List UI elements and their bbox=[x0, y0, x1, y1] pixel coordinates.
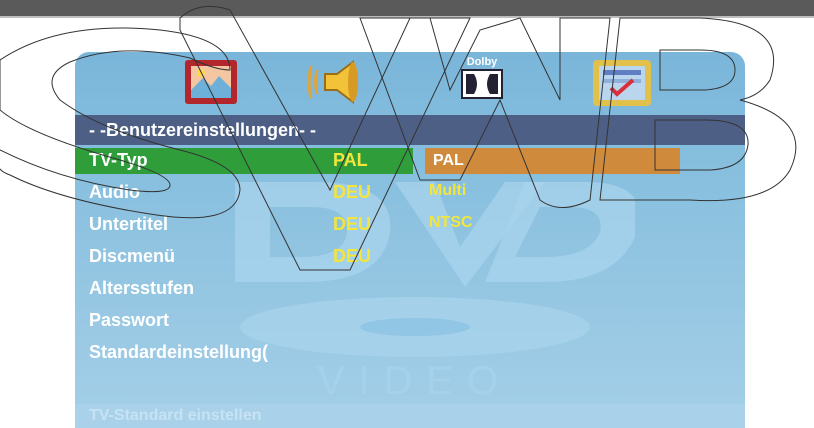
speaker-icon bbox=[307, 60, 358, 104]
checklist-icon bbox=[593, 60, 651, 106]
menu-item-standardeinstellung[interactable]: Standardeinstellung( bbox=[75, 340, 745, 366]
menu-item-passwort[interactable]: Passwort bbox=[75, 308, 745, 334]
dolby-icon: Dolby bbox=[461, 56, 503, 99]
menu-item-label: Discmenü bbox=[89, 246, 176, 266]
status-text: TV-Standard einstellen bbox=[89, 407, 262, 424]
menu-item-altersstufen[interactable]: Altersstufen bbox=[75, 276, 745, 302]
option-pal[interactable]: PAL bbox=[425, 148, 680, 174]
dolby-tab[interactable]: Dolby bbox=[457, 54, 507, 106]
menu-item-discmenu[interactable]: Discmenü DEU bbox=[75, 244, 745, 270]
menu-title: - -Benutzereinstellungen- - bbox=[89, 120, 317, 140]
menu-item-label: TV-Typ bbox=[89, 150, 148, 170]
menu-item-value: DEU bbox=[333, 246, 372, 266]
menu-item-label: Passwort bbox=[89, 310, 170, 330]
dolby-label: Dolby bbox=[467, 56, 498, 68]
picture-tab[interactable] bbox=[181, 56, 241, 108]
menu-item-audio[interactable]: Audio DEU bbox=[75, 180, 745, 206]
menu-item-value: PAL bbox=[333, 150, 368, 170]
banner-rule bbox=[0, 16, 814, 18]
preferences-tab[interactable] bbox=[587, 52, 657, 112]
menu-item-value: DEU bbox=[333, 182, 372, 202]
menu-title-bar: - -Benutzereinstellungen- - bbox=[75, 115, 745, 145]
menu-item-label: Untertitel bbox=[89, 214, 169, 234]
tab-icon-bar: Dolby bbox=[75, 52, 745, 116]
audio-tab[interactable] bbox=[303, 56, 367, 108]
status-bar: TV-Standard einstellen bbox=[75, 404, 745, 428]
menu-item-label: Altersstufen bbox=[89, 278, 195, 298]
picture-icon bbox=[185, 60, 237, 104]
menu-item-untertitel[interactable]: Untertitel DEU bbox=[75, 212, 745, 238]
option-multi[interactable]: Multi bbox=[429, 182, 466, 200]
menu-item-label: Standardeinstellung( bbox=[89, 342, 269, 362]
menu-item-value: DEU bbox=[333, 214, 372, 234]
dvd-setup-screen: VIDEO Dolby - -Benutzereinstellungen- - … bbox=[75, 52, 745, 428]
menu-item-label: Audio bbox=[89, 182, 140, 202]
option-ntsc[interactable]: NTSC bbox=[429, 214, 473, 232]
top-banner bbox=[0, 0, 814, 18]
